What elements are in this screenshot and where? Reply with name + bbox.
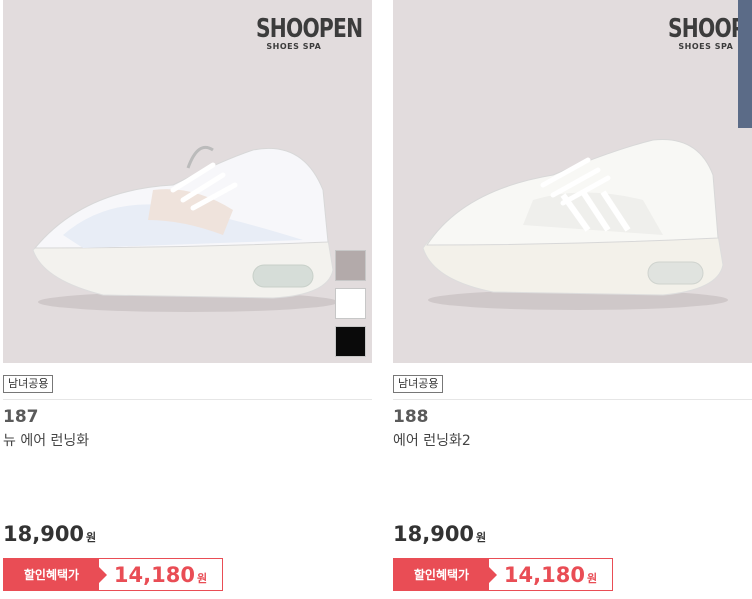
product-image[interactable]: SHOOPEN SHOES SPA [3, 0, 372, 363]
brand-logo: SHOOPEN SHOES SPA [638, 14, 752, 51]
sneaker-image [422, 138, 728, 310]
sale-price-unit: 원 [196, 571, 208, 585]
discount-amount: 14,180 원 [99, 559, 222, 590]
color-swatches [335, 250, 366, 363]
swatch-gray[interactable] [335, 250, 366, 281]
divider [393, 399, 752, 400]
divider [3, 399, 372, 400]
sale-price-value: 14,180 [113, 562, 195, 587]
brand-logo: SHOOPEN SHOES SPA [226, 14, 363, 51]
product-image[interactable]: SHOOPEN SHOES SPA [393, 0, 752, 363]
price-value: 18,900 [393, 522, 475, 546]
swatch-white[interactable] [335, 288, 366, 319]
discount-label: 할인혜택가 [4, 559, 107, 590]
product-card-187[interactable]: SHOOPEN SHOES SPA 남녀공용 187 뉴 에어 런닝화 18,9… [3, 0, 372, 599]
price-unit: 원 [86, 531, 97, 544]
product-number: 188 [393, 407, 429, 427]
discount-price-box: 할인혜택가 14,180 원 [393, 558, 613, 591]
product-name[interactable]: 에어 런닝화2 [393, 430, 471, 450]
product-name[interactable]: 뉴 에어 런닝화 [3, 430, 89, 450]
original-price: 18,900 원 [393, 522, 486, 546]
price-value: 18,900 [3, 522, 85, 546]
swatch-black[interactable] [335, 326, 366, 357]
sale-price-value: 14,180 [503, 562, 585, 587]
product-number: 187 [3, 407, 39, 427]
side-scroll-panel[interactable] [738, 0, 752, 128]
sale-price-unit: 원 [586, 571, 598, 585]
product-card-188[interactable]: SHOOPEN SHOES SPA 남녀공용 188 에어 런닝화2 18,90… [393, 0, 752, 599]
brand-name: SHOOPEN [255, 14, 363, 44]
original-price: 18,900 원 [3, 522, 96, 546]
discount-label: 할인혜택가 [394, 559, 497, 590]
discount-price-box: 할인혜택가 14,180 원 [3, 558, 223, 591]
unisex-badge: 남녀공용 [393, 375, 444, 393]
unisex-badge: 남녀공용 [3, 375, 54, 393]
price-unit: 원 [476, 531, 487, 544]
discount-amount: 14,180 원 [489, 559, 612, 590]
sneaker-image [32, 145, 338, 312]
